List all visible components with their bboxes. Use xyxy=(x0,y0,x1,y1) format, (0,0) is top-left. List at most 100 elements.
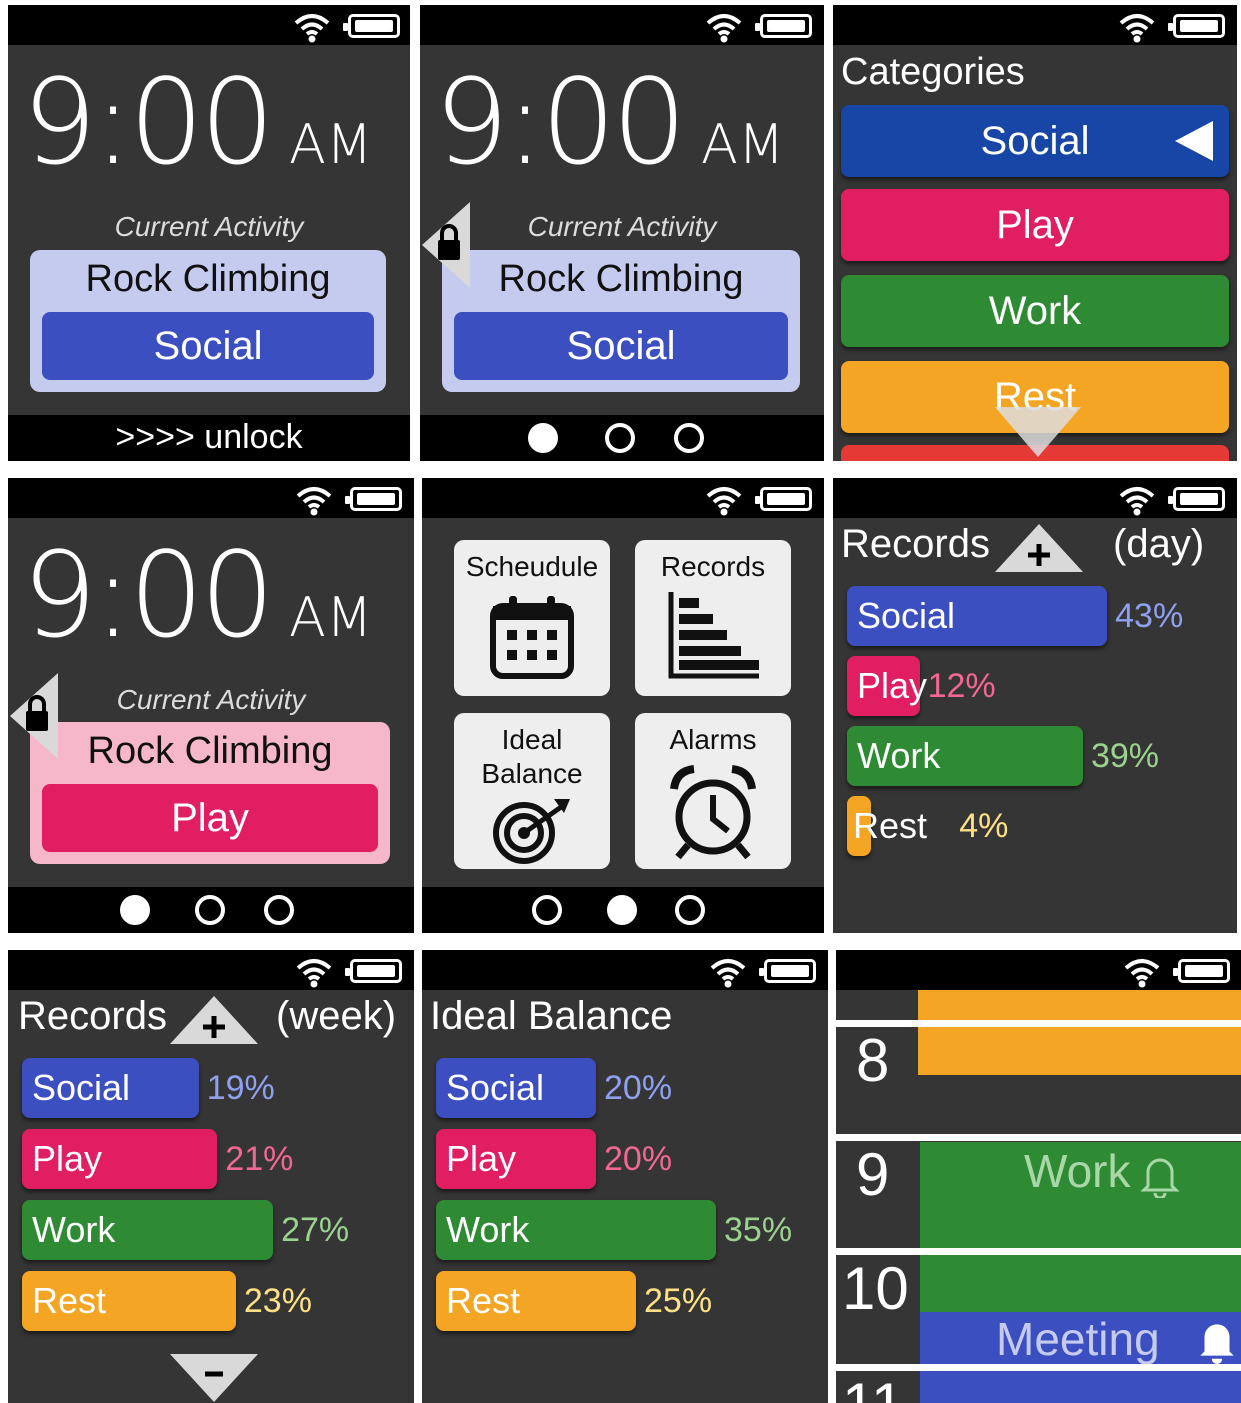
page-dot-2[interactable] xyxy=(605,423,635,453)
page-dot-1[interactable] xyxy=(120,895,150,925)
play-arrow-icon xyxy=(1175,121,1213,161)
calendar-icon xyxy=(490,596,574,679)
rest-bar[interactable]: Rest xyxy=(436,1271,636,1331)
category-work[interactable]: Work xyxy=(841,275,1229,347)
unlock-slider[interactable]: >>>> unlock xyxy=(8,415,410,461)
activity-name: Rock Climbing xyxy=(85,258,331,300)
social-bar[interactable]: Social xyxy=(847,586,1108,646)
work-bar[interactable]: Work xyxy=(436,1200,716,1260)
bell-icon xyxy=(1200,1324,1234,1364)
alarms-tile[interactable]: Alarms xyxy=(635,713,791,869)
rest-block[interactable] xyxy=(918,990,1241,1075)
meeting-block-label: Meeting xyxy=(996,1313,1160,1365)
wifi-icon xyxy=(1119,487,1155,516)
ideal-balance-label: Ideal Balance xyxy=(481,724,583,789)
status-bar xyxy=(833,5,1237,45)
status-bar xyxy=(8,5,410,45)
ideal-balance-tile[interactable]: Ideal Balance xyxy=(454,713,610,869)
ideal-balance-title: Ideal Balance xyxy=(430,994,673,1038)
category-social[interactable]: Social xyxy=(841,105,1229,177)
work-block[interactable]: Work xyxy=(920,1142,1241,1312)
wifi-icon xyxy=(294,14,330,43)
wifi-icon xyxy=(706,14,742,43)
clock-time: 9:00 AM xyxy=(22,526,373,664)
battery-icon xyxy=(1168,487,1225,511)
plus-arrow-icon[interactable] xyxy=(168,994,260,1046)
status-bar xyxy=(420,5,824,45)
lock-icon[interactable] xyxy=(420,200,480,290)
activity-name: Rock Climbing xyxy=(498,258,744,300)
rest-percent: 25% xyxy=(644,1282,713,1320)
play-percent: 20% xyxy=(604,1140,673,1178)
screen-menu: Scheudule Records Ideal Balance Alarms xyxy=(422,478,824,933)
status-bar xyxy=(833,478,1237,518)
work-bar[interactable]: Work xyxy=(22,1200,274,1260)
battery-icon xyxy=(343,14,400,38)
status-bar xyxy=(8,478,414,518)
target-icon xyxy=(493,799,570,864)
meeting-block[interactable]: Meeting xyxy=(920,1312,1241,1403)
category-play[interactable]: Play xyxy=(841,189,1229,261)
plus-arrow-icon[interactable] xyxy=(993,522,1085,574)
rest-percent: 23% xyxy=(243,1282,312,1320)
page-dot-2[interactable] xyxy=(607,895,637,925)
current-activity-card[interactable]: Rock Climbing Play xyxy=(30,722,390,864)
page-indicator xyxy=(8,887,414,933)
play-bar[interactable]: Play xyxy=(436,1129,596,1189)
status-bar xyxy=(422,950,828,990)
play-percent: 21% xyxy=(225,1140,294,1178)
social-percent: 19% xyxy=(206,1069,275,1107)
records-tile[interactable]: Records xyxy=(635,540,791,696)
current-activity-label: Current Activity xyxy=(114,211,304,242)
screen-lock-clock: 9:00 AM Current Activity Rock Climbing So… xyxy=(8,5,410,461)
alarms-label: Alarms xyxy=(669,724,757,755)
screen-clock-play: 9:00 AM Current Activity Rock Climbing Pl… xyxy=(8,478,414,933)
activity-category: Social xyxy=(42,312,374,380)
page-dot-1[interactable] xyxy=(532,895,562,925)
activity-category: Social xyxy=(454,312,788,380)
rest-percent: 4% xyxy=(959,807,1009,845)
lock-icon[interactable] xyxy=(8,671,68,761)
wifi-icon xyxy=(1119,14,1155,43)
rest-bar[interactable]: Rest xyxy=(22,1271,236,1331)
work-bar[interactable]: Work xyxy=(847,726,1083,786)
social-bar[interactable]: Social xyxy=(436,1058,596,1118)
current-activity-card[interactable]: Rock Climbing Social xyxy=(442,250,800,392)
battery-icon xyxy=(755,487,812,511)
screen-ideal-balance: Ideal Balance Social 20% Play 20% Work 35% Res… xyxy=(422,950,828,1403)
page-dot-3[interactable] xyxy=(264,895,294,925)
records-period: (week) xyxy=(276,994,397,1038)
social-bar[interactable]: Social xyxy=(22,1058,199,1118)
page-indicator xyxy=(420,415,824,461)
wifi-icon xyxy=(710,959,746,988)
page-dot-3[interactable] xyxy=(674,423,704,453)
bell-outline-icon xyxy=(1140,1158,1180,1198)
current-activity-card[interactable]: Rock Climbing Social xyxy=(30,250,386,392)
battery-icon xyxy=(759,959,816,983)
hour-label-10: 10 xyxy=(842,1255,909,1322)
down-arrow-icon[interactable] xyxy=(993,405,1083,459)
schedule-label: Scheudule xyxy=(465,551,599,582)
schedule-tile[interactable]: Scheudule xyxy=(454,540,610,696)
minus-arrow-icon[interactable] xyxy=(168,1352,260,1402)
rest-bar[interactable]: Rest xyxy=(847,796,927,856)
records-period: (day) xyxy=(1113,522,1205,566)
work-percent: 35% xyxy=(724,1211,793,1249)
wifi-icon xyxy=(1124,959,1160,988)
play-bar[interactable]: Play xyxy=(22,1129,218,1189)
page-dot-1[interactable] xyxy=(528,423,558,453)
hour-label-9: 9 xyxy=(856,1141,890,1208)
page-dot-2[interactable] xyxy=(195,895,225,925)
play-bar[interactable]: Play xyxy=(847,656,927,716)
alarm-clock-icon xyxy=(670,765,756,860)
screen-clock-unlocked: 9:00 AM Current Activity Rock Climbing So… xyxy=(420,5,824,461)
battery-icon xyxy=(1173,959,1230,983)
records-title: Records xyxy=(18,994,167,1038)
records-title: Records xyxy=(841,522,990,566)
page-dot-3[interactable] xyxy=(675,895,705,925)
play-percent: 12% xyxy=(927,667,996,705)
battery-icon xyxy=(345,487,402,511)
work-percent: 39% xyxy=(1090,737,1159,775)
current-activity-label: Current Activity xyxy=(527,211,717,242)
work-percent: 27% xyxy=(281,1211,350,1249)
